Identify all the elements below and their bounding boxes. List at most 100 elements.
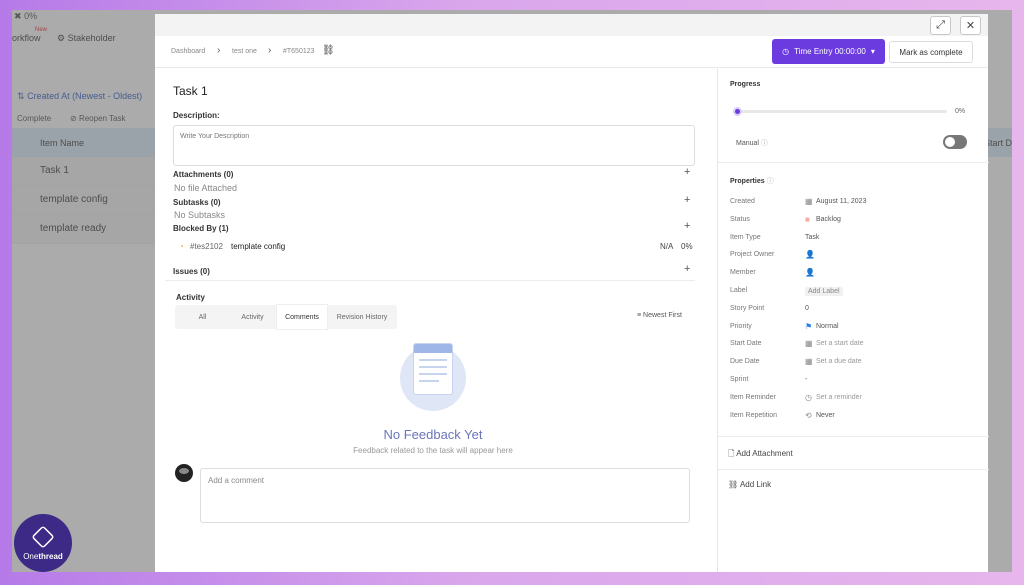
empty-state-illustration: [400, 343, 466, 411]
property-label: Priority: [730, 322, 752, 330]
property-label: Label: [730, 287, 748, 294]
logo-text-bold: thread: [38, 551, 63, 561]
app-frame: ✖ 0% orkflow New ⚙ Stakeholder ⇅ Created…: [12, 10, 1012, 572]
property-value[interactable]: Add Label: [805, 287, 843, 296]
mark-complete-button[interactable]: Mark as complete: [889, 41, 973, 63]
blocked-by-label: Blocked By (1): [173, 224, 229, 233]
calendar-icon: ▦: [805, 197, 813, 206]
property-row[interactable]: Project Owner 👤: [730, 249, 980, 263]
property-row[interactable]: Due Date ▦ Set a due date: [730, 356, 980, 370]
tab-all[interactable]: All: [175, 305, 230, 329]
property-value[interactable]: -: [805, 376, 807, 383]
property-row[interactable]: Created ▦ August 11, 2023: [730, 196, 980, 210]
empty-state-subtitle: Feedback related to the task will appear…: [353, 446, 513, 455]
description-input[interactable]: Write Your Description: [173, 125, 695, 166]
property-row[interactable]: Priority ⚑ Normal: [730, 321, 980, 335]
property-label: Created: [730, 198, 755, 205]
close-button[interactable]: ✕: [960, 16, 981, 35]
calendar-icon: ▦: [805, 339, 813, 349]
repeat-icon: ⟲: [805, 410, 812, 420]
flag-icon: ⚑: [805, 321, 813, 331]
subtasks-label: Subtasks (0): [173, 198, 221, 207]
blocked-item-row[interactable]: ◔ #tes2102 template config N/A 0%: [179, 241, 695, 255]
manual-toggle[interactable]: [943, 135, 967, 149]
property-label: Due Date: [730, 358, 760, 366]
tab-comments[interactable]: Comments: [277, 305, 327, 329]
property-label: Member: [730, 269, 756, 277]
status-icon: ■: [805, 214, 810, 224]
expand-button[interactable]: ⤢: [930, 16, 951, 35]
task-main-panel: Task 1 Description: Write Your Descripti…: [155, 69, 717, 572]
blocked-item-name: template config: [231, 242, 286, 251]
link-divider: [718, 469, 989, 470]
property-value[interactable]: 0: [805, 305, 809, 312]
property-row[interactable]: Item Type Task: [730, 232, 980, 246]
task-modal: ⤢ ✕ Dashboard › test one › #T650123 ⛓ ◷ …: [155, 14, 989, 572]
tab-activity[interactable]: Activity: [230, 305, 275, 329]
link-icon[interactable]: ⛓: [322, 45, 335, 56]
property-row[interactable]: Story Point 0: [730, 303, 980, 317]
description-label: Description:: [173, 111, 220, 120]
progress-slider[interactable]: [733, 107, 947, 116]
property-row[interactable]: Item Reminder ◷ Set a reminder: [730, 392, 980, 406]
activity-label: Activity: [176, 293, 205, 302]
property-value[interactable]: Task: [805, 234, 819, 241]
sort-newest-label: Newest First: [643, 312, 682, 319]
sort-newest-first[interactable]: ≡ Newest First: [637, 312, 682, 319]
file-icon: 🗋: [728, 449, 735, 458]
add-attachment-button[interactable]: 🗋 Add Attachment: [728, 448, 793, 462]
comment-input[interactable]: Add a comment: [200, 468, 690, 523]
add-link-button[interactable]: ⛓ Add Link: [728, 480, 771, 489]
add-link-label: Add Link: [739, 480, 772, 489]
property-label: Project Owner: [730, 251, 775, 259]
property-row[interactable]: Start Date ▦ Set a start date: [730, 338, 980, 352]
clock-icon: ◷: [782, 47, 790, 56]
blocked-item-percent: 0%: [681, 242, 693, 251]
add-subtask-plus-icon[interactable]: +: [684, 194, 690, 206]
breadcrumb-project[interactable]: test one: [232, 48, 257, 55]
chevron-right-icon: ›: [268, 45, 272, 56]
property-value[interactable]: Set a start date: [816, 340, 863, 347]
property-row[interactable]: Item Repetition ⟲ Never: [730, 410, 980, 424]
avatar: [175, 464, 193, 482]
manual-label: Manual ⓘ: [736, 138, 768, 148]
add-blocked-plus-icon[interactable]: +: [684, 220, 690, 232]
add-attachment-label: Add Attachment: [736, 449, 793, 458]
manual-label-text: Manual: [736, 140, 759, 147]
modal-top-bar: [155, 14, 988, 36]
property-row[interactable]: Label Add Label: [730, 285, 980, 299]
info-icon: ⓘ: [760, 140, 768, 147]
attachments-label: Attachments (0): [173, 170, 234, 179]
breadcrumb-task-id: #T650123: [283, 48, 315, 55]
sort-lines-icon: ≡: [637, 312, 642, 319]
property-value[interactable]: Backlog: [816, 216, 841, 223]
property-value[interactable]: Never: [816, 412, 835, 419]
properties-divider: [718, 162, 989, 163]
logo-text: Onethread: [23, 552, 63, 561]
section-divider: [165, 280, 695, 281]
close-icon: ✕: [965, 20, 976, 32]
onethread-logo: Onethread: [14, 514, 72, 572]
property-value[interactable]: Normal: [816, 323, 839, 330]
property-value: August 11, 2023: [816, 198, 867, 205]
user-add-icon: 👤: [805, 268, 815, 278]
property-row[interactable]: Member 👤: [730, 267, 980, 281]
property-label: Item Type: [730, 233, 761, 241]
chevron-right-icon: ›: [217, 45, 221, 56]
property-value[interactable]: Set a reminder: [816, 394, 862, 401]
property-value[interactable]: Set a due date: [816, 358, 862, 365]
property-row[interactable]: Sprint -: [730, 374, 980, 388]
time-entry-button[interactable]: ◷ Time Entry 00:00:00 ▾: [772, 39, 885, 64]
add-attachment-plus-icon[interactable]: +: [684, 166, 690, 178]
property-row[interactable]: Status ■ Backlog: [730, 214, 980, 228]
empty-state-title: No Feedback Yet: [383, 427, 483, 442]
tab-revision-history[interactable]: Revision History: [327, 305, 397, 329]
task-title[interactable]: Task 1: [173, 84, 208, 98]
activity-tabs: All Activity Comments Revision History: [175, 305, 397, 329]
info-icon: ⓘ: [766, 178, 774, 185]
progress-handle[interactable]: [733, 107, 742, 116]
property-label: Status: [730, 215, 750, 223]
task-properties-panel: Progress 0% Manual ⓘ Properties ⓘ Create…: [717, 69, 989, 572]
add-issue-plus-icon[interactable]: +: [684, 263, 690, 275]
breadcrumb-dashboard[interactable]: Dashboard: [171, 48, 205, 55]
